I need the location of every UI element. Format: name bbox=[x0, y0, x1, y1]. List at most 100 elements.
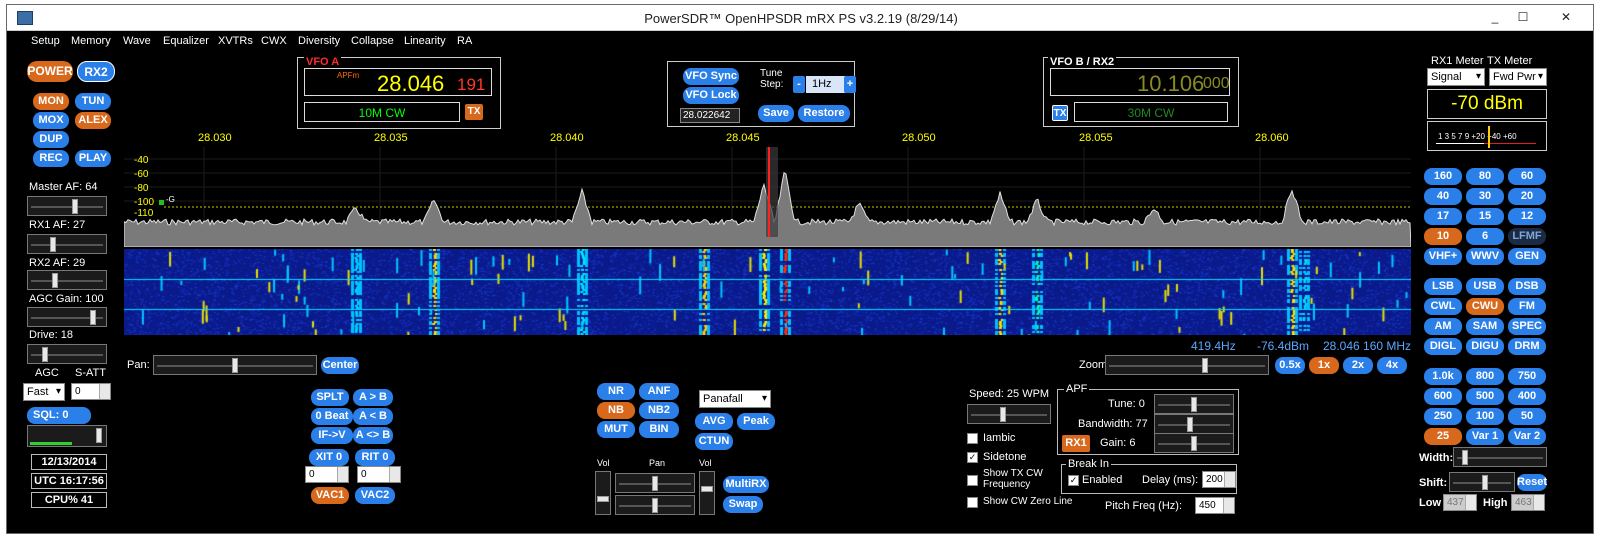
filter-var2[interactable]: Var 2 bbox=[1508, 428, 1546, 445]
width-slider[interactable] bbox=[1453, 447, 1547, 467]
menu-wave[interactable]: Wave bbox=[123, 35, 151, 47]
nb2-button[interactable]: NB2 bbox=[639, 402, 679, 419]
cw-speed-slider[interactable] bbox=[967, 404, 1051, 424]
close-button[interactable]: ✕ bbox=[1541, 8, 1591, 26]
filter-500[interactable]: 500 bbox=[1466, 388, 1504, 405]
band-lfmf[interactable]: LFMF bbox=[1508, 228, 1546, 245]
step-plus-button[interactable]: + bbox=[844, 76, 856, 93]
shift-slider[interactable] bbox=[1449, 472, 1515, 492]
menu-diversity[interactable]: Diversity bbox=[298, 35, 340, 47]
nr-button[interactable]: NR bbox=[597, 383, 635, 400]
a-swap-b-button[interactable]: A <> B bbox=[353, 427, 393, 444]
mox-button[interactable]: MOX bbox=[33, 112, 69, 129]
mode-am[interactable]: AM bbox=[1424, 318, 1462, 335]
mode-digu[interactable]: DIGU bbox=[1466, 338, 1504, 355]
mode-dsb[interactable]: DSB bbox=[1508, 278, 1546, 295]
power-button[interactable]: POWER bbox=[27, 61, 73, 82]
filter-400[interactable]: 400 bbox=[1508, 388, 1546, 405]
sql-slider[interactable] bbox=[27, 425, 107, 447]
show-cw-zero-checkbox[interactable] bbox=[967, 497, 978, 508]
menu-memory[interactable]: Memory bbox=[71, 35, 111, 47]
vfo-lock-button[interactable]: VFO Lock bbox=[683, 87, 739, 104]
vfo-b-tx-button[interactable]: TX bbox=[1052, 105, 1068, 121]
vol2-slider[interactable] bbox=[699, 471, 715, 515]
rec-button[interactable]: REC bbox=[33, 150, 69, 167]
swap-button[interactable]: Swap bbox=[723, 496, 763, 513]
ctun-button[interactable]: CTUN bbox=[695, 433, 733, 450]
bin-button[interactable]: BIN bbox=[639, 421, 679, 438]
zoom-0-5x[interactable]: 0.5x bbox=[1275, 357, 1305, 374]
alex-button[interactable]: ALEX bbox=[75, 112, 111, 129]
zoom-1x[interactable]: 1x bbox=[1309, 357, 1339, 374]
menu-xvtrs[interactable]: XVTRs bbox=[218, 35, 253, 47]
zero-beat-button[interactable]: 0 Beat bbox=[311, 408, 353, 425]
band-40[interactable]: 40 bbox=[1424, 188, 1462, 205]
play-button[interactable]: PLAY bbox=[75, 150, 111, 167]
sql-button[interactable]: SQL: 0 bbox=[27, 407, 91, 424]
master-af-slider[interactable] bbox=[27, 196, 107, 216]
a-to-b-button[interactable]: A > B bbox=[353, 389, 393, 406]
menu-setup[interactable]: Setup bbox=[31, 35, 60, 47]
band-20[interactable]: 20 bbox=[1508, 188, 1546, 205]
apf-rx1-button[interactable]: RX1 bbox=[1062, 435, 1090, 452]
mode-usb[interactable]: USB bbox=[1466, 278, 1504, 295]
filter-100[interactable]: 100 bbox=[1466, 408, 1504, 425]
pan-slider[interactable] bbox=[153, 355, 317, 375]
pan-mix-slider-1[interactable] bbox=[615, 473, 695, 493]
filter-50[interactable]: 50 bbox=[1508, 408, 1546, 425]
vac2-button[interactable]: VAC2 bbox=[355, 487, 395, 504]
mon-button[interactable]: MON bbox=[33, 93, 69, 110]
band-30[interactable]: 30 bbox=[1466, 188, 1504, 205]
band-80[interactable]: 80 bbox=[1466, 168, 1504, 185]
minimize-button[interactable]: _ bbox=[1481, 8, 1509, 26]
rit-spinner[interactable]: 0 bbox=[357, 466, 401, 483]
band-60[interactable]: 60 bbox=[1508, 168, 1546, 185]
menu-cwx[interactable]: CWX bbox=[261, 35, 287, 47]
avg-button[interactable]: AVG bbox=[695, 413, 733, 430]
b-to-a-button[interactable]: A < B bbox=[353, 408, 393, 425]
menu-collapse[interactable]: Collapse bbox=[351, 35, 394, 47]
filter-600[interactable]: 600 bbox=[1424, 388, 1462, 405]
vfo-sync-button[interactable]: VFO Sync bbox=[683, 68, 739, 85]
if-to-v-button[interactable]: IF->V bbox=[311, 427, 353, 444]
tx-meter-select[interactable]: Fwd Pwr bbox=[1489, 68, 1547, 86]
step-minus-button[interactable]: - bbox=[793, 76, 805, 93]
mode-spec[interactable]: SPEC bbox=[1508, 318, 1546, 335]
mode-digl[interactable]: DIGL bbox=[1424, 338, 1462, 355]
rx1-meter-select[interactable]: Signal bbox=[1427, 68, 1485, 86]
xit-spinner[interactable]: 0 bbox=[305, 466, 349, 483]
filter-750[interactable]: 750 bbox=[1508, 368, 1546, 385]
vfo-a-freq-box[interactable]: APFm 28.046 191 bbox=[304, 68, 492, 96]
anf-button[interactable]: ANF bbox=[639, 383, 679, 400]
menu-ra[interactable]: RA bbox=[457, 35, 472, 47]
zoom-4x[interactable]: 4x bbox=[1377, 357, 1407, 374]
agc-gain-slider[interactable] bbox=[27, 307, 107, 327]
filter-var1[interactable]: Var 1 bbox=[1466, 428, 1504, 445]
menu-equalizer[interactable]: Equalizer bbox=[163, 35, 209, 47]
sidetone-checkbox[interactable]: ✓ bbox=[967, 452, 978, 463]
filter-25[interactable]: 25 bbox=[1424, 428, 1462, 445]
maximize-button[interactable]: ☐ bbox=[1509, 8, 1537, 26]
mut-button[interactable]: MUT bbox=[597, 421, 635, 438]
pitch-spinner[interactable]: 450 bbox=[1195, 497, 1235, 514]
tun-button[interactable]: TUN bbox=[75, 93, 111, 110]
rx1-af-slider[interactable] bbox=[27, 234, 107, 254]
band-17[interactable]: 17 bbox=[1424, 208, 1462, 225]
agc-mode-select[interactable]: Fast bbox=[23, 383, 65, 401]
band-15[interactable]: 15 bbox=[1466, 208, 1504, 225]
mode-lsb[interactable]: LSB bbox=[1424, 278, 1462, 295]
vfo-a-tx-button[interactable]: TX bbox=[465, 104, 483, 120]
apf-tune-slider[interactable] bbox=[1154, 394, 1234, 414]
band-gen[interactable]: GEN bbox=[1508, 248, 1546, 265]
peak-button[interactable]: Peak bbox=[737, 413, 775, 430]
band-12[interactable]: 12 bbox=[1508, 208, 1546, 225]
vac1-button[interactable]: VAC1 bbox=[311, 487, 349, 504]
menu-linearity[interactable]: Linearity bbox=[404, 35, 446, 47]
low-spinner[interactable]: 437 bbox=[1443, 494, 1477, 511]
band-6[interactable]: 6 bbox=[1466, 228, 1504, 245]
rx2-button[interactable]: RX2 bbox=[77, 61, 115, 82]
rx2-af-slider[interactable] bbox=[27, 270, 107, 290]
display-mode-select[interactable]: Panafall bbox=[699, 390, 771, 408]
apf-bandwidth-slider[interactable] bbox=[1154, 414, 1234, 434]
memory-freq-field[interactable]: 28.022642 bbox=[680, 108, 740, 123]
